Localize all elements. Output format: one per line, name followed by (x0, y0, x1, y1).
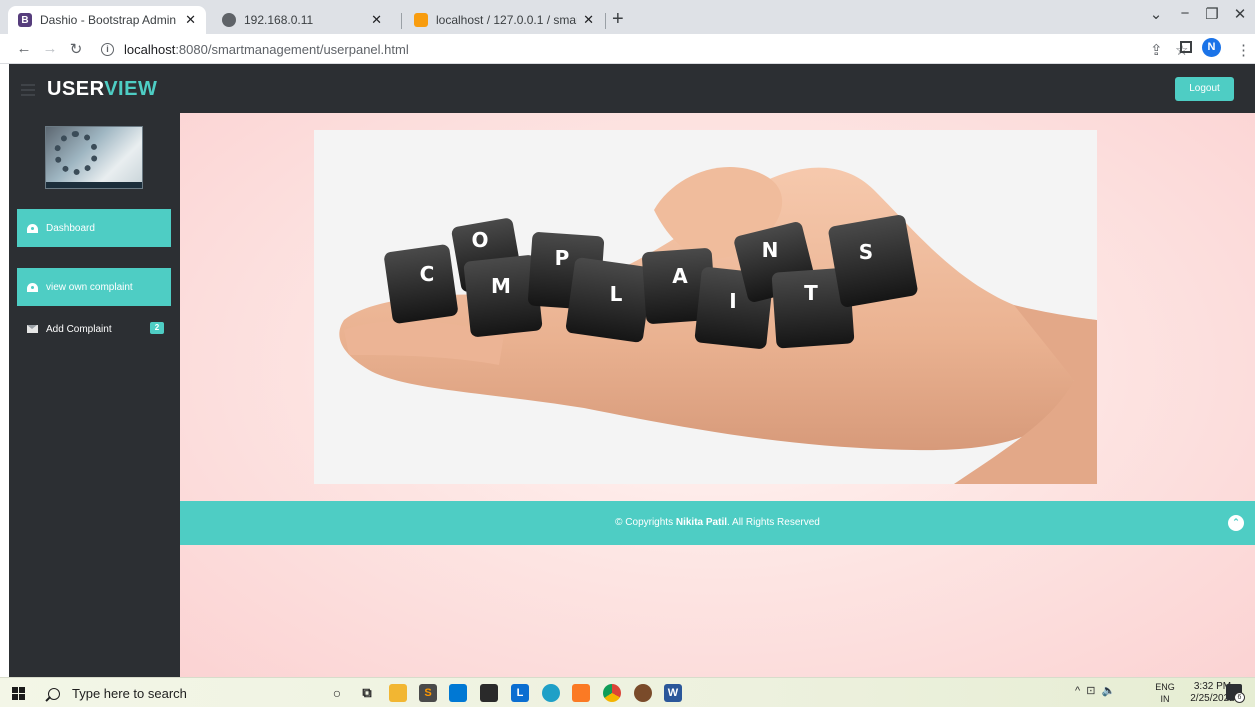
hamburger-menu-icon[interactable] (21, 84, 35, 99)
sidebar: Dashboard view own complaint Add Complai… (9, 113, 180, 677)
hand-with-keys-illustration: C O M P L A I N T S (339, 167, 1097, 484)
dashboard-icon (27, 223, 38, 234)
store-icon[interactable] (480, 684, 498, 702)
sublime-text-icon[interactable]: S (419, 684, 437, 702)
side-panel-icon[interactable] (1180, 41, 1192, 53)
maximize-icon[interactable]: ❐ (1200, 5, 1224, 23)
key-letter: P (555, 246, 570, 270)
key-letter: T (804, 281, 818, 305)
tab-title: 192.168.0.11 (244, 13, 314, 27)
key-letter: N (762, 238, 779, 262)
sidebar-item-label: view own complaint (46, 281, 133, 293)
copyright-suffix: . All Rights Reserved (727, 517, 820, 528)
key-letter: L (610, 282, 623, 306)
search-icon (48, 687, 60, 700)
copyright-prefix: © Copyrights (615, 517, 676, 528)
app-l-icon[interactable]: L (511, 684, 529, 702)
sidebar-item-view-complaint[interactable]: view own complaint (17, 268, 171, 306)
url-field[interactable]: i localhost:8080/smartmanagement/userpan… (101, 38, 409, 60)
notification-count: 6 (1234, 692, 1245, 703)
image-strip (46, 182, 142, 188)
brand-part2: VIEW (104, 78, 158, 100)
language-indicator[interactable]: ENG IN (1153, 681, 1177, 705)
profile-avatar[interactable]: N (1202, 38, 1221, 57)
app-circle-icon[interactable] (634, 684, 652, 702)
app-header: USERVIEW Logout (9, 64, 1255, 113)
key-letter: A (672, 264, 688, 288)
key-letter: I (729, 289, 736, 313)
dashboard-icon (27, 282, 38, 293)
minimize-icon[interactable]: − (1173, 5, 1197, 22)
bootstrap-icon: B (18, 13, 32, 27)
windows-taskbar: Type here to search ○ ⧉ S L W ^ ⊡ 🔈 ENG I… (0, 677, 1255, 707)
back-icon[interactable]: ← (15, 40, 33, 57)
task-view-icon[interactable]: ⧉ (358, 684, 376, 702)
taskbar-search-box[interactable]: Type here to search (48, 681, 303, 706)
footer-bar: © Copyrights Nikita Patil. All Rights Re… (180, 501, 1255, 545)
file-explorer-icon[interactable] (389, 684, 407, 702)
complaints-banner-image: C O M P L A I N T S (314, 130, 1097, 484)
copyright-text: © Copyrights Nikita Patil. All Rights Re… (180, 501, 1255, 545)
sidebar-item-label: Dashboard (46, 222, 95, 234)
count-badge: 2 (150, 322, 164, 334)
word-icon[interactable]: W (664, 684, 682, 702)
menu-dots-icon[interactable]: ⋮ (1236, 41, 1251, 59)
close-icon[interactable]: ✕ (185, 12, 196, 28)
notification-center-icon[interactable]: 6 (1226, 684, 1245, 703)
brand-part1: USER (47, 78, 105, 100)
logout-button[interactable]: Logout (1175, 77, 1234, 101)
brand-logo: USERVIEW (47, 78, 157, 101)
key-letter: S (859, 240, 873, 264)
search-placeholder: Type here to search (72, 686, 187, 701)
mail-icon[interactable] (449, 684, 467, 702)
new-tab-button[interactable]: + (612, 8, 624, 30)
url-path: :8080/smartmanagement/userpanel.html (175, 41, 409, 57)
tab-separator (401, 13, 402, 29)
sidebar-item-add-complaint[interactable]: Add Complaint 2 (17, 310, 171, 348)
tab-ip[interactable]: 192.168.0.11 ✕ (212, 6, 392, 34)
tab-separator (605, 13, 606, 29)
tab-phpmyadmin[interactable]: localhost / 127.0.0.1 / smart / rep ✕ (404, 6, 604, 34)
sidebar-item-label: Add Complaint (46, 323, 112, 335)
url-host: localhost (124, 41, 176, 57)
reload-icon[interactable]: ↻ (67, 40, 85, 58)
edge-icon[interactable] (542, 684, 560, 702)
xampp-icon[interactable] (572, 684, 590, 702)
profile-image (45, 126, 143, 189)
system-tray-icons[interactable]: ^ ⊡ 🔈 (1075, 684, 1115, 697)
lang-code: ENG (1155, 682, 1175, 692)
tab-title: localhost / 127.0.0.1 / smart / rep (436, 13, 577, 27)
windows-start-icon[interactable] (12, 687, 25, 700)
browser-tab-bar: B Dashio - Bootstrap Admin Templ ✕ 192.1… (0, 0, 1255, 34)
scroll-to-top-icon[interactable]: ⌃ (1228, 515, 1244, 531)
key-letter: O (471, 228, 488, 252)
gear-graphic (54, 131, 98, 175)
close-icon[interactable]: ✕ (583, 12, 594, 28)
phpmyadmin-icon (414, 13, 428, 27)
copyright-author: Nikita Patil (675, 517, 728, 528)
sidebar-item-dashboard[interactable]: Dashboard (17, 209, 171, 247)
envelope-icon (27, 324, 38, 335)
tab-title: Dashio - Bootstrap Admin Templ (40, 13, 179, 27)
site-info-icon[interactable]: i (101, 42, 114, 56)
main-content: C O M P L A I N T S © Copyrights Nikita … (180, 113, 1255, 677)
region-code: IN (1160, 694, 1170, 704)
globe-icon (222, 13, 236, 27)
forward-icon[interactable]: → (41, 40, 59, 57)
close-window-icon[interactable]: ✕ (1228, 5, 1252, 23)
chrome-icon[interactable] (603, 684, 621, 702)
cortana-icon[interactable]: ○ (328, 684, 346, 702)
close-icon[interactable]: ✕ (371, 12, 382, 28)
share-icon[interactable]: ⇪ (1150, 41, 1163, 59)
key-letter: M (491, 274, 511, 298)
tab-dashio[interactable]: B Dashio - Bootstrap Admin Templ ✕ (8, 6, 206, 34)
address-bar: ← → ↻ i localhost:8080/smartmanagement/u… (0, 34, 1255, 64)
key-letter: C (420, 262, 435, 286)
tab-search-icon[interactable]: ⌄ (1144, 5, 1168, 23)
